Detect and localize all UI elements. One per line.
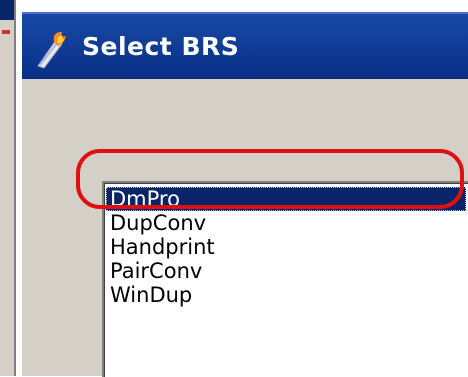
dialog-title: Select BRS xyxy=(82,32,240,61)
dialog-titlebar[interactable]: Select BRS xyxy=(22,12,468,79)
torch-icon xyxy=(37,32,66,69)
brs-listbox[interactable]: DmPro DupConv Handprint PairConv WinDup xyxy=(102,181,468,377)
background-window-edge xyxy=(0,0,16,376)
list-item-dupconv[interactable]: DupConv xyxy=(106,211,466,235)
select-brs-dialog: Select BRS DmPro DupConv Handprint PairC… xyxy=(22,12,468,377)
dialog-client-area: DmPro DupConv Handprint PairConv WinDup xyxy=(22,79,468,377)
list-item-handprint[interactable]: Handprint xyxy=(106,235,466,259)
list-item-pairconv[interactable]: PairConv xyxy=(106,259,466,283)
list-item-dmpro[interactable]: DmPro xyxy=(106,187,466,211)
background-window-titlebar xyxy=(0,0,14,20)
background-window-marker xyxy=(2,30,10,34)
list-item-windup[interactable]: WinDup xyxy=(106,283,466,307)
